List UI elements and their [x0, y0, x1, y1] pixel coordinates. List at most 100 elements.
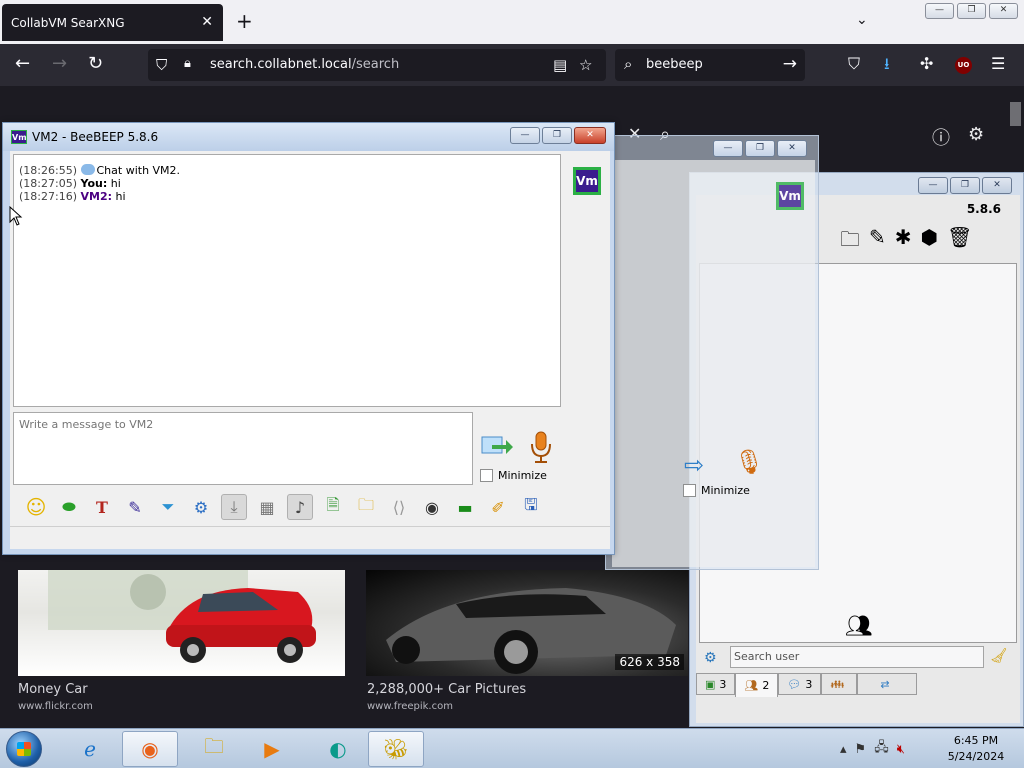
result-title[interactable]: Money Car	[18, 682, 88, 697]
network-gear-icon[interactable]: ⚙	[704, 650, 717, 666]
clock[interactable]: 6:45 PM 5/24/2024	[940, 733, 1012, 765]
tab-users-online[interactable]: ▣ 3	[696, 673, 736, 695]
mid-minimize-button[interactable]: —	[713, 140, 743, 157]
file-explorer-icon[interactable]: 🗀	[186, 731, 242, 767]
shared-desktop-icon[interactable]: ▬	[452, 494, 478, 520]
chat-restore-button[interactable]: ❐	[542, 127, 572, 144]
browser-close-button[interactable]: ✕	[989, 3, 1018, 19]
status-icon[interactable]: ⬢	[921, 225, 938, 259]
beebeep-app-icon: Vm	[11, 130, 27, 144]
chat-close-button[interactable]: ✕	[574, 127, 606, 144]
info-icon[interactable]: ⓘ	[932, 124, 950, 150]
sound-icon[interactable]: ♪	[287, 494, 313, 520]
send-folder-icon[interactable]: 🗀	[353, 494, 379, 520]
scrollbar-thumb[interactable]	[1010, 102, 1021, 126]
reload-icon[interactable]: ↻	[88, 55, 103, 73]
emoticon-icon[interactable]: ☺	[23, 494, 49, 520]
chat-window-client: (18:26:55) Chat with VM2. (18:27:05) You…	[10, 151, 610, 549]
mid-minimize-check[interactable]	[683, 484, 696, 497]
back-icon[interactable]: ←	[15, 55, 30, 73]
clear-chat-icon[interactable]: ▦	[254, 494, 280, 520]
bookmark-star-icon[interactable]: ☆	[579, 56, 592, 74]
clear-search-broom-icon[interactable]: 🧹︎	[990, 648, 1008, 664]
minimize-check[interactable]	[480, 469, 493, 482]
beebeep-taskbar-icon[interactable]: 🐝︎	[368, 731, 424, 767]
send-file-icon	[481, 436, 513, 454]
main-minimize-button[interactable]: —	[918, 177, 948, 194]
font-icon[interactable]: T	[89, 494, 115, 520]
media-player-icon[interactable]: ▶	[244, 731, 300, 767]
shield-icon[interactable]: ⛉	[156, 56, 167, 74]
main-close-button[interactable]: ✕	[982, 177, 1012, 194]
tab-shares[interactable]: ⇄	[857, 673, 917, 695]
chat-minimize-button[interactable]: —	[510, 127, 540, 144]
internet-explorer-icon[interactable]: ℯ	[62, 731, 118, 767]
trash-icon[interactable]: 🗑︎	[947, 225, 972, 259]
mid-window-controls: — ❐ ✕	[713, 140, 807, 157]
minimize-checkbox[interactable]: Minimize	[480, 469, 547, 482]
search-user-input[interactable]: Search user	[730, 646, 984, 668]
chat-log[interactable]: (18:26:55) Chat with VM2. (18:27:05) You…	[13, 154, 561, 407]
main-restore-button[interactable]: ❐	[950, 177, 980, 194]
browser-restore-button[interactable]: ❐	[957, 3, 986, 19]
url-bar[interactable]: ⛉ 🔒︎ search.collabnet.local/search ▤ ☆	[148, 49, 606, 81]
search-bar[interactable]: ⌕ beebeep →	[615, 49, 805, 81]
screenshot-icon[interactable]: ◉	[419, 494, 445, 520]
chat-bubble-icon	[80, 164, 95, 175]
browser-minimize-button[interactable]: —	[925, 3, 954, 19]
start-button[interactable]	[6, 731, 42, 767]
edit-icon[interactable]: ✎	[869, 225, 886, 259]
result-image-car-pictures[interactable]: 626 x 358	[366, 570, 688, 676]
result-title[interactable]: 2,288,000+ Car Pictures	[367, 682, 526, 697]
list-all-tabs-icon[interactable]: ⌄	[856, 12, 868, 28]
new-tab-button[interactable]: +	[236, 10, 253, 32]
extensions-icon[interactable]: ✣	[920, 55, 933, 73]
ublock-origin-icon[interactable]: UO	[955, 57, 972, 74]
search-go-icon[interactable]: →	[783, 54, 797, 74]
chat-avatar[interactable]: Vm	[573, 167, 601, 195]
mid-send-file-icon[interactable]: ⇨	[684, 451, 704, 479]
tab-contacts[interactable]: 👥︎ 2	[735, 673, 779, 697]
forward-icon[interactable]: →	[52, 55, 67, 73]
html-code-icon[interactable]: ⟨⟩	[386, 494, 412, 520]
main-window-controls: — ❐ ✕	[918, 177, 1012, 194]
menu-icon[interactable]: ☰	[991, 55, 1005, 73]
mid-close-button[interactable]: ✕	[777, 140, 807, 157]
mid-microphone-icon[interactable]: 🎙︎	[734, 448, 764, 476]
result-image-money-car[interactable]	[18, 570, 345, 676]
lock-icon[interactable]: 🔒︎	[184, 56, 191, 71]
tab-chats[interactable]: 💬︎ 3	[778, 673, 822, 695]
action-center-flag-icon[interactable]: ⚑	[855, 742, 867, 757]
save-window-icon[interactable]: 🖫	[518, 494, 544, 520]
network-icon[interactable]: 🖧︎	[874, 738, 889, 760]
send-key-icon[interactable]: ⬬	[56, 494, 82, 520]
chat-toolbar: ☺ ⬬ T ✎ ⏷ ⚙ ⤓ ▦ ♪ 🗎 🗀 ⟨⟩ ◉ ▬ ✐ 🖫	[23, 491, 544, 523]
notes-icon[interactable]: ✐	[485, 494, 511, 520]
font-color-icon[interactable]: ✎	[122, 494, 148, 520]
mid-minimize-checkbox[interactable]: Minimize	[683, 484, 750, 497]
chat-message: (18:26:55) Chat with VM2.	[19, 164, 181, 177]
save-chat-icon[interactable]: ⤓	[221, 494, 247, 520]
app-globe-icon[interactable]: ◐	[310, 731, 366, 767]
browser-tab-bar: CollabVM SearXNG ✕ + ⌄ — ❐ ✕	[0, 0, 1024, 44]
chat-window-titlebar[interactable]: Vm VM2 - BeeBEEP 5.8.6 — ❐ ✕	[3, 123, 614, 151]
volume-muted-icon[interactable]: 🔇︎	[897, 742, 905, 757]
settings-gear-icon[interactable]: ⚙	[968, 124, 984, 145]
tools-icon[interactable]: ✱	[895, 225, 912, 259]
folder-icon[interactable]: 🗀	[840, 225, 860, 259]
firefox-icon[interactable]: ◉	[122, 731, 178, 767]
send-document-icon[interactable]: 🗎	[320, 494, 346, 520]
send-file-button[interactable]	[480, 431, 514, 461]
tab-groups[interactable]: 👪︎	[821, 673, 858, 695]
tab-close-icon[interactable]: ✕	[201, 14, 213, 30]
voice-message-button[interactable]	[528, 430, 554, 464]
pocket-icon[interactable]: ⛉	[848, 55, 860, 73]
reader-view-icon[interactable]: ▤	[553, 56, 567, 74]
message-input[interactable]	[13, 412, 473, 485]
downloads-icon[interactable]: ⭳	[884, 55, 890, 73]
show-hidden-icons[interactable]: ▴	[840, 742, 847, 757]
filter-icon[interactable]: ⏷	[155, 494, 181, 520]
mid-restore-button[interactable]: ❐	[745, 140, 775, 157]
settings-icon[interactable]: ⚙	[188, 494, 214, 520]
browser-tab[interactable]: CollabVM SearXNG ✕	[2, 4, 223, 41]
